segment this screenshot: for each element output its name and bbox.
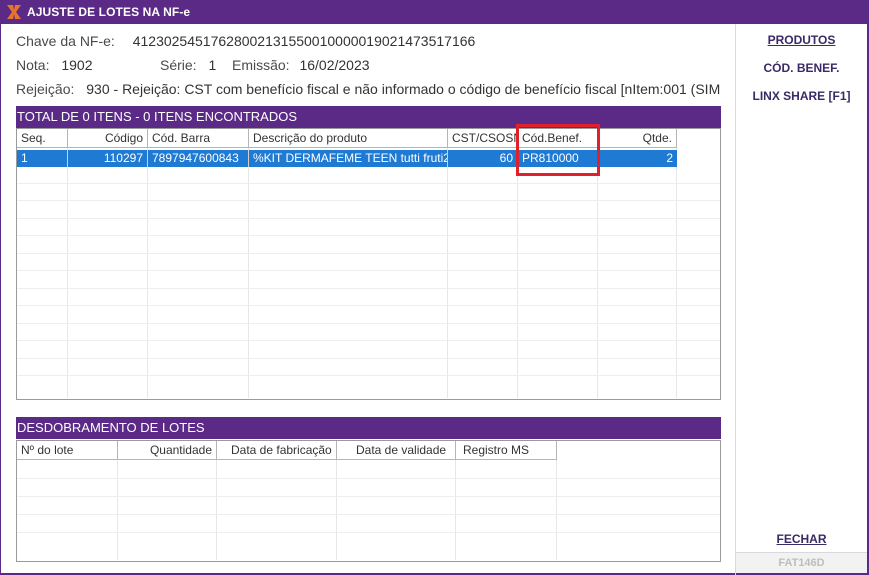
window-title: AJUSTE DE LOTES NA NF-e <box>27 5 191 19</box>
rejeicao-value: 930 - Rejeição: CST com benefício fiscal… <box>86 81 721 97</box>
chave-value: 4123025451762800213155001000001902147351… <box>132 33 476 49</box>
grid-line <box>17 514 720 515</box>
items-grid[interactable]: Seq. Código Cód. Barra Descrição do prod… <box>16 128 721 400</box>
col-cst[interactable]: CST/CSOSN <box>448 129 522 148</box>
grid-line <box>17 375 720 376</box>
emissao-label: Emissão: <box>232 57 290 73</box>
lots-grid[interactable]: Nº do lote Quantidade Data de fabricação… <box>16 440 721 562</box>
grid-line <box>248 148 249 398</box>
grid-line <box>17 253 720 254</box>
nota-value: 1902 <box>61 57 93 73</box>
emissao-value: 16/02/2023 <box>299 57 370 73</box>
cell-qtde: 2 <box>666 151 673 165</box>
chave-label: Chave da NF-e: <box>16 33 115 49</box>
screen-code: FAT146D <box>736 552 867 573</box>
linx-share-button[interactable]: LINX SHARE [F1] <box>736 89 867 103</box>
produtos-label: PRODUTOS <box>767 33 836 47</box>
window-frame-left <box>0 24 1 575</box>
rejeicao-label: Rejeição: <box>16 81 75 97</box>
app-logo-icon <box>7 5 21 19</box>
cod-benef-button[interactable]: CÓD. BENEF. <box>736 61 867 75</box>
highlight-box <box>516 124 600 176</box>
col-data-fabricacao[interactable]: Data de fabricação <box>217 441 337 460</box>
col-seq[interactable]: Seq. <box>17 129 68 148</box>
cod-benef-label: CÓD. BENEF. <box>763 61 840 75</box>
title-bar: AJUSTE DE LOTES NA NF-e <box>0 0 869 24</box>
nota-row: Nota: 1902 <box>16 57 93 73</box>
grid-line <box>17 305 720 306</box>
lots-panel-title: DESDOBRAMENTO DE LOTES <box>16 417 721 439</box>
grid-line <box>455 460 456 560</box>
grid-line <box>517 148 518 398</box>
emissao-row: Emissão: 16/02/2023 <box>232 57 370 73</box>
col-data-validade[interactable]: Data de validade <box>337 441 456 460</box>
cell-descricao: %KIT DERMAFEME TEEN tutti fruti2... <box>249 150 448 167</box>
serie-value: 1 <box>208 57 217 73</box>
cell-cod-barra: 7897947600843 <box>148 150 249 167</box>
grid-line <box>17 358 720 359</box>
col-qtde[interactable]: Qtde. <box>598 129 677 148</box>
grid-line <box>17 270 720 271</box>
col-lote[interactable]: Nº do lote <box>17 441 118 460</box>
grid-line <box>17 235 720 236</box>
grid-line <box>67 148 68 398</box>
grid-line <box>117 460 118 560</box>
grid-line <box>336 460 337 560</box>
produtos-button[interactable]: PRODUTOS <box>736 33 867 47</box>
fechar-label: FECHAR <box>776 532 827 546</box>
items-panel-title: TOTAL DE 0 ITENS - 0 ITENS ENCONTRADOS <box>16 106 721 128</box>
grid-line <box>17 478 720 479</box>
grid-line <box>216 460 217 560</box>
grid-line <box>17 200 720 201</box>
grid-line <box>447 148 448 398</box>
grid-line <box>147 148 148 398</box>
serie-row: Série: 1 <box>160 57 216 73</box>
serie-label: Série: <box>160 57 197 73</box>
col-registro-ms[interactable]: Registro MS <box>456 441 557 460</box>
grid-line <box>17 288 720 289</box>
cell-seq: 1 <box>17 150 68 167</box>
sidebar-separator <box>735 24 736 575</box>
col-quantidade[interactable]: Quantidade <box>118 441 217 460</box>
linx-share-label: LINX SHARE [F1] <box>752 89 851 103</box>
grid-line <box>17 323 720 324</box>
grid-line <box>17 340 720 341</box>
grid-line <box>17 496 720 497</box>
grid-line <box>597 148 598 398</box>
rejeicao-row: Rejeição: 930 - Rejeição: CST com benefí… <box>16 81 721 97</box>
grid-line <box>17 218 720 219</box>
cell-codigo: 110297 <box>68 150 148 167</box>
col-codigo[interactable]: Código <box>68 129 148 148</box>
fechar-button[interactable]: FECHAR <box>736 532 867 546</box>
col-cod-barra[interactable]: Cód. Barra <box>148 129 249 148</box>
grid-line <box>556 460 557 560</box>
chave-row: Chave da NF-e: 4123025451762800213155001… <box>16 33 475 49</box>
col-descricao[interactable]: Descrição do produto <box>249 129 448 148</box>
grid-line <box>17 183 720 184</box>
grid-line <box>17 532 720 533</box>
nota-label: Nota: <box>16 57 50 73</box>
grid-line <box>676 148 677 398</box>
cell-cst: 60 <box>448 150 518 167</box>
